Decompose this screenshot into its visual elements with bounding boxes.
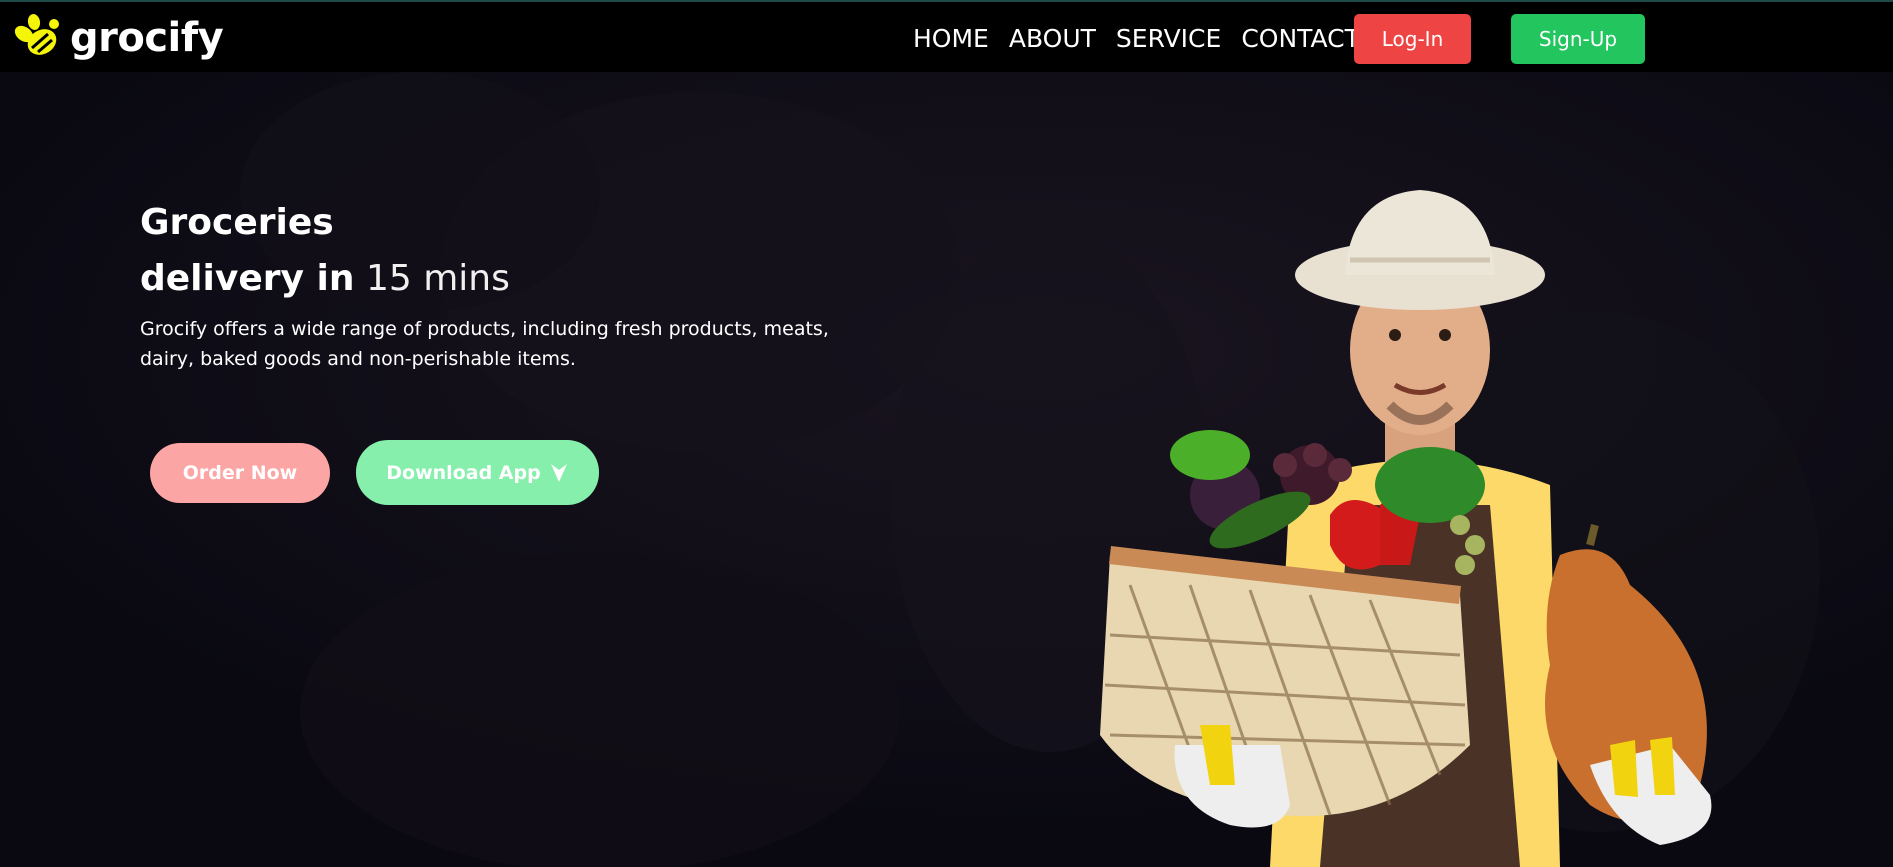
- nav-service[interactable]: SERVICE: [1116, 24, 1221, 53]
- navbar: grocify HOME ABOUT SERVICE CONTACT Log-I…: [0, 0, 1893, 72]
- order-now-label: Order Now: [182, 462, 298, 484]
- nav-home[interactable]: HOME: [913, 24, 989, 53]
- login-button[interactable]: Log-In: [1354, 14, 1471, 64]
- arrow-down-icon: [550, 463, 567, 482]
- hero-description: Grocify offers a wide range of products,…: [140, 318, 829, 370]
- nav-about[interactable]: ABOUT: [1009, 24, 1096, 53]
- order-now-button[interactable]: Order Now: [150, 443, 330, 503]
- hero-title-line1: Groceries: [140, 202, 334, 243]
- hero-title-thin: 15 mins: [365, 258, 510, 299]
- farmer-image: [1100, 190, 1712, 867]
- brand-name: grocify: [70, 15, 224, 61]
- hero-title-bold: delivery in: [140, 258, 355, 299]
- nav-contact[interactable]: CONTACT: [1241, 24, 1360, 53]
- nav-links: HOME ABOUT SERVICE CONTACT: [913, 24, 1380, 53]
- hero-section: Groceries delivery in 15 mins Grocify of…: [0, 72, 1893, 867]
- download-app-label: Download App: [386, 461, 541, 484]
- download-app-button[interactable]: Download App: [356, 440, 599, 505]
- hero-title-line2: delivery in 15 mins: [140, 258, 510, 299]
- bee-icon: [14, 14, 59, 55]
- signup-button[interactable]: Sign-Up: [1511, 14, 1645, 64]
- logo[interactable]: grocify: [10, 12, 224, 64]
